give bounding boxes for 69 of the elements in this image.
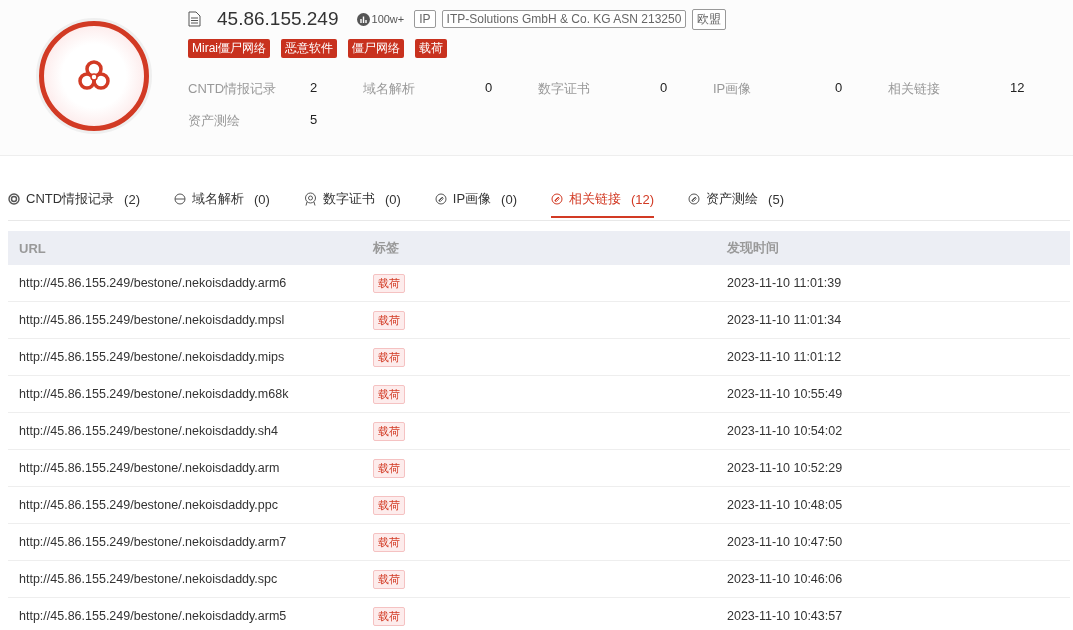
stat-value: 12 [1010,80,1025,97]
tab[interactable]: IP画像 (0) [434,184,517,218]
time-cell-text: 2023-11-10 11:01:12 [726,350,843,364]
info-badge: IP [414,10,436,28]
info-badge: ITP-Solutions GmbH & Co. KG ASN 213250 [441,10,687,28]
stat-value: 5 [310,112,318,129]
certificate-icon [303,192,317,206]
threat-tag: Mirai僵尸网络 [188,39,270,58]
tag-label: 载荷 [373,310,405,330]
threat-tag: 僵尸网络 [348,39,404,58]
radar-icon [8,193,20,205]
threat-tag: 恶意软件 [281,39,337,58]
time-cell-text: 2023-11-10 11:01:34 [726,313,843,327]
bar-chart-icon [356,12,370,26]
stat-label: 相关链接 [888,80,941,98]
time-cell-text: 2023-11-10 10:48:05 [726,498,844,512]
url-cell-text: http://45.86.155.249/bestone/.nekoisdaddy.mips [18,350,286,364]
column-header: URL [18,240,47,256]
time-cell-text: 2023-11-10 10:43:57 [726,609,844,623]
tab[interactable]: 域名解析 (0) [174,184,270,218]
stat-label: IP画像 [713,80,753,98]
stat-label: CNTD情报记录 [188,80,278,98]
stat-value: 0 [660,80,668,97]
stat-value: 2 [310,80,318,97]
stat-label: 数字证书 [538,80,591,98]
tag-label: 载荷 [373,421,405,441]
tag-label: 载荷 [373,606,405,626]
url-cell-text: http://45.86.155.249/bestone/.nekoisdaddy.mpsl [18,313,286,327]
link-icon [688,193,701,205]
url-cell-text: http://45.86.155.249/bestone/.nekoisdaddy.arm [18,461,281,475]
tag-label: 载荷 [373,347,405,367]
tag-label: 载荷 [373,384,405,404]
tag-label: 载荷 [373,532,405,552]
time-cell-text: 2023-11-10 10:52:29 [726,461,844,475]
tag-label: 载荷 [373,495,405,515]
globe-icon [174,193,186,205]
tab[interactable]: 数字证书 (0) [303,184,401,218]
tag-label: 载荷 [373,569,405,589]
link-icon [550,193,563,205]
time-cell-text: 2023-11-10 11:01:39 [726,276,843,290]
url-cell-text: http://45.86.155.249/bestone/.nekoisdaddy.arm7 [18,535,288,549]
column-header: 标签 [372,239,400,257]
stat-value: 0 [835,80,843,97]
biohazard-icon [77,59,111,93]
threat-tag: 载荷 [415,39,447,58]
time-cell-text: 2023-11-10 10:55:49 [726,387,844,401]
tag-label: 载荷 [373,458,405,478]
tab[interactable]: 相关链接 (12) [550,184,655,218]
url-cell-text: http://45.86.155.249/bestone/.nekoisdaddy.arm5 [18,609,288,623]
ip-address: 45.86.155.249 [217,8,339,30]
url-cell-text: http://45.86.155.249/bestone/.nekoisdaddy.spc [18,572,279,586]
time-cell-text: 2023-11-10 10:54:02 [726,424,844,438]
link-icon [434,193,447,205]
url-cell-text: http://45.86.155.249/bestone/.nekoisdaddy.arm6 [18,276,288,290]
tag-label: 载荷 [373,273,405,293]
document-icon [188,11,201,27]
tab[interactable]: 资产测绘 (5) [688,184,784,218]
url-cell-text: http://45.86.155.249/bestone/.nekoisdaddy.ppc [18,498,279,512]
stat-value: 0 [485,80,493,97]
heat-count: 100w+ [371,13,405,25]
stat-label: 资产测绘 [188,112,241,130]
time-cell-text: 2023-11-10 10:47:50 [726,535,844,549]
column-header: 发现时间 [726,239,780,257]
info-badge: 欧盟 [692,8,727,30]
stat-label: 域名解析 [363,80,416,98]
tab[interactable]: CNTD情报记录 (2) [8,184,140,218]
url-cell-text: http://45.86.155.249/bestone/.nekoisdaddy.m68k [18,387,290,401]
time-cell-text: 2023-11-10 10:46:06 [726,572,844,586]
url-cell-text: http://45.86.155.249/bestone/.nekoisdaddy.sh4 [18,424,279,438]
